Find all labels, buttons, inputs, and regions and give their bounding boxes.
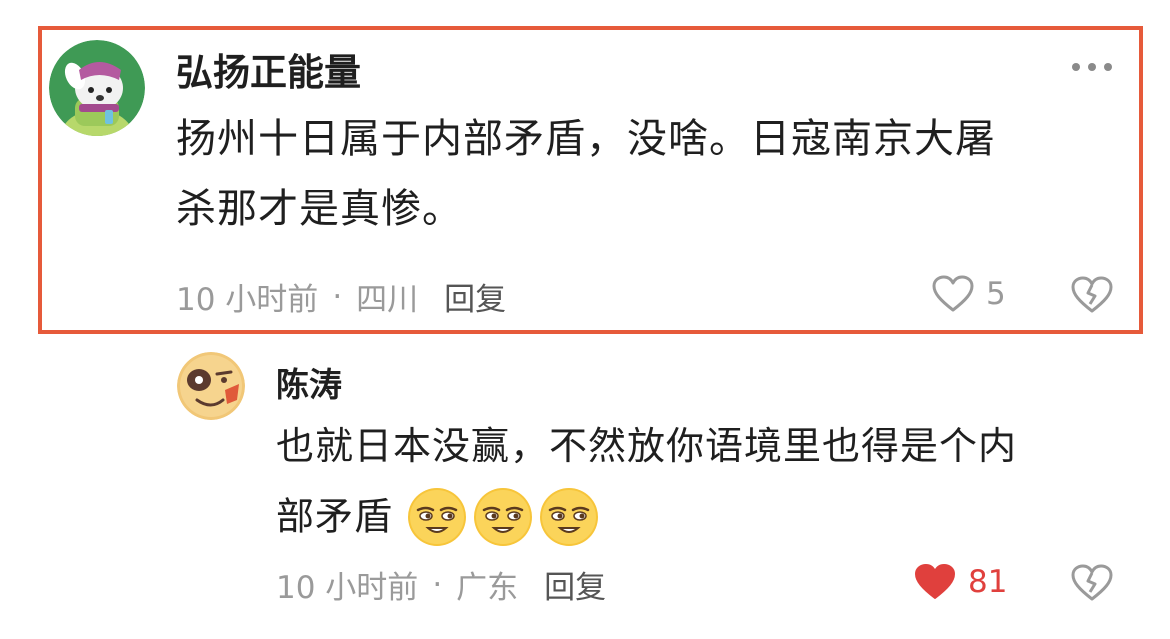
username[interactable]: 陈涛 [276,358,342,406]
more-options-icon[interactable] [1070,58,1114,77]
location: 四川 [356,282,419,318]
comment-meta: 10 小时前 · 广东 回复 [276,562,606,607]
timestamp: 10 小时前 [176,282,319,318]
sly-smile-emoji-icon [408,487,467,546]
like-button[interactable]: 81 [914,563,1007,601]
comment-text: 也就日本没赢，不然放你语境里也得是个内 部矛盾 [276,412,1017,551]
like-count: 81 [968,564,1008,600]
separator: · [332,278,343,315]
comment-thread: 弘扬正能量 扬州十日属于内部矛盾，没啥。日寇南京大屠 杀那才是真惨。 10 小时… [0,0,1170,639]
broken-heart-icon [1071,276,1113,313]
cartoon-dog-avatar-icon [49,40,145,136]
broken-heart-icon [1071,564,1113,601]
reply-button[interactable]: 回复 [444,274,506,319]
timestamp: 10 小时前 [276,570,419,606]
comment-text-tail: 部矛盾 [276,494,394,539]
sly-smile-emoji-icon [540,487,599,546]
heart-filled-icon [915,564,955,599]
comment-text-line: 扬州十日属于内部矛盾，没啥。日寇南京大屠 [176,116,996,162]
like-count: 5 [986,276,1006,312]
comment-text-line: 部矛盾 [276,480,1017,551]
like-button[interactable]: 5 [932,275,1006,313]
location: 广东 [456,570,519,606]
comment-text: 扬州十日属于内部矛盾，没啥。日寇南京大屠 杀那才是真惨。 [176,104,996,244]
reply-button[interactable]: 回复 [544,562,606,607]
comment-text-line: 杀那才是真惨。 [176,186,463,232]
username[interactable]: 弘扬正能量 [176,42,361,96]
heart-outline-icon [932,275,974,312]
avatar[interactable] [177,352,245,420]
separator: · [432,566,443,603]
dislike-button[interactable] [1071,276,1113,318]
avatar[interactable] [49,40,145,136]
comment-meta: 10 小时前 · 四川 回复 [176,274,506,319]
sly-smile-emoji-icon [474,487,533,546]
dislike-button[interactable] [1071,564,1113,606]
comment-text-line: 也就日本没赢，不然放你语境里也得是个内 [276,424,1018,468]
bruised-face-emoji-avatar-icon [177,352,245,420]
